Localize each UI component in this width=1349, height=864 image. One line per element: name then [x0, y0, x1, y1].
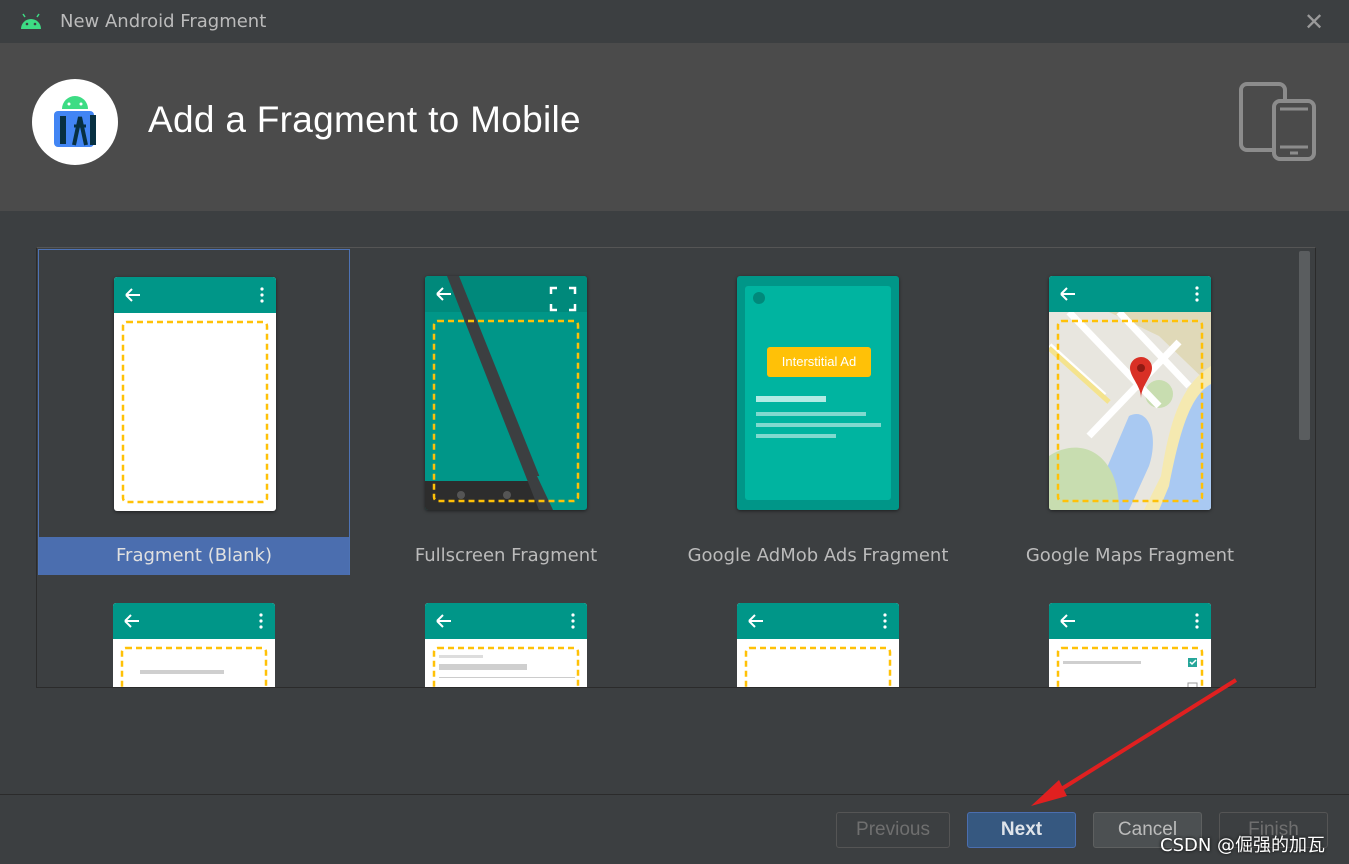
template-thumbnail — [1049, 276, 1211, 510]
wizard-footer: Previous Next Cancel Finish — [0, 794, 1349, 864]
gallery-scrollbar-thumb[interactable] — [1299, 251, 1310, 440]
template-thumbnail — [114, 277, 276, 511]
template-row2-item[interactable] — [1049, 603, 1211, 687]
template-gallery: Fragment (Blank) Fullscreen Fragment Int… — [36, 247, 1316, 688]
wizard-header: Add a Fragment to Mobile — [0, 43, 1349, 211]
template-thumbnail — [425, 276, 587, 510]
previous-button[interactable]: Previous — [836, 812, 950, 848]
annotation-arrow — [1031, 678, 1238, 806]
watermark: CSDN @倔强的加瓦 — [1160, 835, 1326, 856]
template-fullscreen-fragment[interactable]: Fullscreen Fragment — [350, 249, 662, 575]
template-google-maps-fragment[interactable]: Google Maps Fragment — [974, 249, 1286, 575]
template-row2-item[interactable] — [737, 603, 899, 687]
phone-tablet-icon — [1239, 82, 1316, 161]
template-label: Google Maps Fragment — [1025, 545, 1235, 566]
template-fragment-blank[interactable]: Fragment (Blank) — [38, 249, 350, 575]
template-row2-item[interactable] — [113, 603, 275, 687]
close-icon[interactable]: ✕ — [1300, 8, 1328, 36]
title-bar: New Android Fragment ✕ — [0, 0, 1349, 44]
interstitial-ad-badge: Interstitial Ad — [781, 354, 857, 369]
android-studio-logo — [32, 79, 118, 165]
template-label: Fullscreen Fragment — [414, 545, 598, 566]
template-admob-fragment[interactable]: Interstitial Ad Google AdMob Ads Fragmen… — [662, 249, 974, 575]
template-row2-item[interactable] — [425, 603, 587, 687]
template-label: Google AdMob Ads Fragment — [687, 545, 949, 566]
window-title: New Android Fragment — [60, 11, 267, 32]
android-studio-icon — [54, 96, 96, 147]
next-button[interactable]: Next — [967, 812, 1076, 848]
page-title: Add a Fragment to Mobile — [148, 99, 581, 140]
template-label: Fragment (Blank) — [39, 537, 349, 575]
template-thumbnail: Interstitial Ad — [737, 276, 899, 510]
android-icon — [21, 13, 41, 29]
